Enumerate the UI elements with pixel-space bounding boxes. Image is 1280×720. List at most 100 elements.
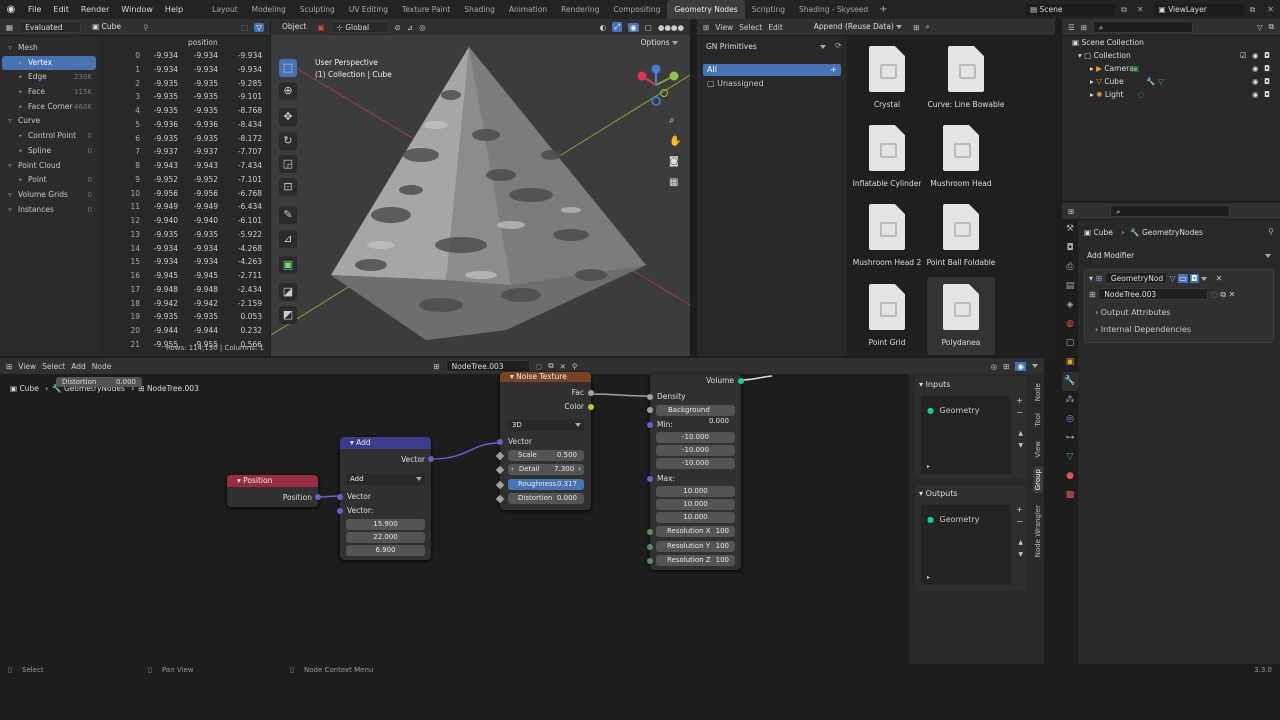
particles-tab-icon[interactable]: ⁂: [1062, 391, 1078, 410]
remove-output-icon[interactable]: −: [1016, 517, 1023, 526]
node-tree-selector[interactable]: NodeTree.003: [445, 360, 530, 372]
new-scene-icon[interactable]: ⧉: [1115, 5, 1133, 15]
select-box-tool[interactable]: ⬚: [279, 59, 297, 77]
internal-deps-subpanel[interactable]: › Internal Dependencies: [1095, 325, 1191, 334]
evaluated-dropdown[interactable]: Evaluated: [19, 21, 82, 33]
expand-list-icon[interactable]: ▸: [927, 574, 930, 581]
detail-field[interactable]: ‹ Detail › 7.300: [508, 464, 584, 475]
tab-layout[interactable]: Layout: [205, 0, 245, 19]
new-view-layer-icon[interactable]: ⧉: [1244, 5, 1262, 15]
eye-icon[interactable]: ◉: [1252, 88, 1259, 101]
eye-icon[interactable]: ◉: [1252, 62, 1259, 75]
menu-view[interactable]: View: [18, 362, 36, 371]
menu-select[interactable]: Select: [42, 362, 65, 371]
fake-user-icon[interactable]: ◌: [1211, 290, 1218, 299]
tab-compositing[interactable]: Compositing: [606, 0, 667, 19]
menu-view[interactable]: View: [715, 23, 733, 32]
modifier-name-field[interactable]: GeometryNod: [1104, 272, 1167, 284]
domain-item[interactable]: ▿ Mesh: [2, 41, 96, 56]
snap-mode-icon[interactable]: ⊞: [1003, 362, 1009, 371]
node-editor-icon[interactable]: ⊞: [6, 362, 12, 371]
outliner-collection[interactable]: ▾ ▢ Collection ☑ ◉ ◘: [1078, 49, 1274, 62]
resolution-x-socket[interactable]: [647, 529, 653, 535]
extra-tool-2[interactable]: ◩: [279, 306, 297, 324]
min-x-field[interactable]: -10.000: [656, 432, 735, 443]
transform-icon[interactable]: ▣: [317, 23, 324, 32]
add-input-icon[interactable]: +: [1016, 396, 1023, 405]
menu-edit[interactable]: Edit: [47, 5, 75, 14]
dimensions-dropdown[interactable]: 3D: [508, 420, 584, 431]
max-x-field[interactable]: 10.000: [656, 486, 735, 497]
pin-icon[interactable]: ⚲: [143, 23, 149, 32]
material-tab-icon[interactable]: ●: [1062, 467, 1078, 486]
unlink-icon[interactable]: ✕: [560, 362, 566, 371]
extra-tool-1[interactable]: ◪: [279, 283, 297, 301]
roughness-field[interactable]: Roughness 0.317: [508, 479, 584, 490]
texture-tab-icon[interactable]: ▩: [1062, 486, 1078, 505]
menu-help[interactable]: Help: [159, 5, 189, 14]
add-input1-socket[interactable]: [337, 494, 343, 500]
annotate-tool[interactable]: ✎: [279, 206, 297, 224]
sidebar-tab-view[interactable]: View: [1033, 438, 1043, 461]
output-tab-icon[interactable]: ⎙: [1062, 258, 1078, 277]
new-collection-icon[interactable]: ⧉: [1269, 22, 1274, 32]
checkbox-icon[interactable]: ☑: [1240, 49, 1247, 62]
orientation-dropdown[interactable]: ⊹ Global: [330, 21, 389, 33]
object-mode-dropdown[interactable]: Object: [277, 21, 311, 33]
domain-item[interactable]: ∙ Edge 230K: [2, 70, 96, 85]
menu-select[interactable]: Select: [739, 23, 762, 32]
add-output-socket[interactable]: [428, 456, 434, 462]
render-icon[interactable]: ◘: [1190, 274, 1199, 283]
tab-rendering[interactable]: Rendering: [554, 0, 606, 19]
delete-view-layer-icon[interactable]: ✕: [1261, 5, 1280, 14]
view-layer-selector[interactable]: ▣ ViewLayer: [1153, 3, 1244, 16]
filter-icon[interactable]: ▽: [254, 22, 264, 32]
view-layer-tab-icon[interactable]: ▤: [1062, 277, 1078, 296]
object-field[interactable]: ▣ Cube: [87, 21, 137, 33]
asset-point-grid[interactable]: Point Grid: [847, 284, 927, 347]
zoom-icon[interactable]: ⌕: [669, 115, 675, 126]
selection-filter-icon[interactable]: ⬚: [241, 23, 248, 32]
fac-output-socket[interactable]: [588, 390, 594, 396]
domain-item[interactable]: ▿ Point Cloud: [2, 159, 96, 174]
vector-y-field[interactable]: 22.000: [346, 532, 425, 543]
filter-icon[interactable]: ▽: [1257, 23, 1263, 32]
position-output-socket[interactable]: [315, 494, 321, 500]
y-axis-handle[interactable]: [669, 71, 679, 81]
options-button[interactable]: Options: [641, 38, 678, 47]
node-header[interactable]: ▾ Position: [227, 475, 318, 487]
navigation-gizmo[interactable]: [634, 63, 684, 113]
refresh-library-icon[interactable]: ⟳: [835, 41, 842, 50]
menu-window[interactable]: Window: [115, 5, 159, 14]
search-icon[interactable]: ⌕: [926, 22, 930, 32]
shading-modes-icon[interactable]: ●●●●: [658, 23, 684, 32]
pin-icon[interactable]: ⚲: [572, 362, 578, 371]
add-cube-tool[interactable]: ▣: [279, 256, 297, 274]
3d-viewport[interactable]: User Perspective (1) Collection | Cube O…: [271, 35, 690, 356]
density-input-socket[interactable]: [647, 394, 653, 400]
scene-selector[interactable]: ▤ Scene: [1025, 3, 1116, 16]
grid-view-icon[interactable]: ▦: [669, 177, 678, 188]
duplicate-icon[interactable]: ⧉: [548, 361, 553, 371]
add-modifier-button[interactable]: Add Modifier: [1082, 250, 1276, 263]
sidebar-tab-group[interactable]: Group: [1033, 466, 1043, 494]
vector-z-field[interactable]: 6.900: [346, 545, 425, 556]
min-y-field[interactable]: -10.000: [656, 445, 735, 456]
overlay-toggle-icon[interactable]: ◉: [1015, 361, 1026, 371]
object-tab-icon[interactable]: ▣: [1062, 353, 1078, 372]
delete-scene-icon[interactable]: ✕: [1133, 5, 1148, 14]
realtime-icon[interactable]: ▭: [1178, 274, 1188, 283]
scale-field[interactable]: Scale 0.500: [508, 450, 584, 461]
max-y-field[interactable]: 10.000: [656, 499, 735, 510]
domain-item[interactable]: ∙ Spline 0: [2, 144, 96, 159]
catalog-unassigned[interactable]: ▢ Unassigned: [703, 78, 764, 90]
resolution-y-socket[interactable]: [647, 544, 653, 550]
background-input-socket[interactable]: [647, 407, 653, 413]
library-dropdown[interactable]: GN Primitives: [701, 41, 831, 53]
overlay-dropdown-icon[interactable]: [1032, 364, 1038, 368]
add-input2-socket[interactable]: [337, 508, 343, 514]
output-socket-geometry[interactable]: ● Geometry: [927, 515, 979, 524]
domain-item[interactable]: ▿ Curve: [2, 114, 96, 129]
pivot-icon[interactable]: ⊘: [395, 23, 401, 32]
outliner-editor-icon[interactable]: ☰: [1068, 23, 1075, 32]
